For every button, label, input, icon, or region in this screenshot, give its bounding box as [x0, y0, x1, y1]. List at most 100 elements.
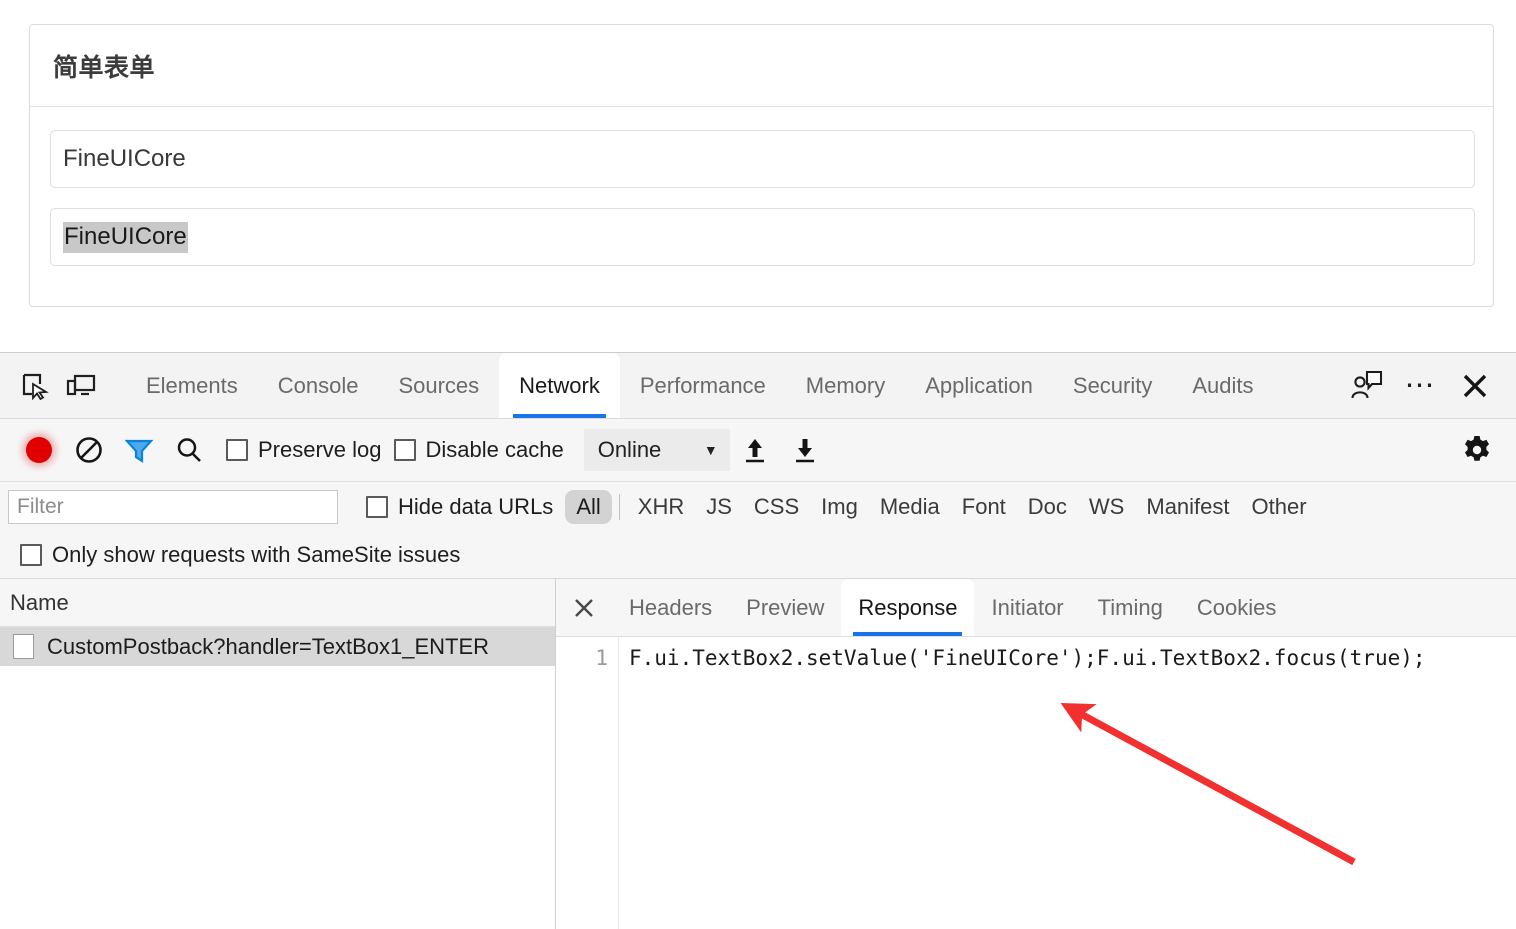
request-detail-panel: Headers Preview Response Initiator Timin…	[556, 579, 1516, 929]
tab-memory[interactable]: Memory	[786, 353, 905, 418]
tab-label: Memory	[805, 372, 886, 398]
tab-application[interactable]: Application	[905, 353, 1053, 418]
clear-icon[interactable]	[64, 425, 114, 475]
tab-performance[interactable]: Performance	[620, 353, 786, 418]
response-body-viewer[interactable]: 1 F.ui.TextBox2.setValue('FineUICore');F…	[556, 637, 1516, 929]
filter-chip-doc[interactable]: Doc	[1017, 490, 1078, 524]
filter-chip-all[interactable]: All	[565, 490, 612, 524]
upload-icon[interactable]	[730, 425, 780, 475]
chip-divider	[618, 494, 620, 520]
preserve-log-label: Preserve log	[258, 437, 382, 462]
tab-label: Timing	[1097, 594, 1163, 620]
tab-label: Elements	[146, 372, 238, 398]
detail-tab-cookies[interactable]: Cookies	[1180, 579, 1293, 636]
filter-chip-media[interactable]: Media	[869, 490, 951, 524]
devtools-panel: Elements Console Sources Network Perform…	[0, 352, 1516, 929]
tab-label: Performance	[639, 372, 766, 398]
table-row[interactable]: CustomPostback?handler=TextBox1_ENTER	[0, 627, 555, 666]
record-icon[interactable]	[14, 425, 64, 475]
device-toolbar-icon[interactable]	[58, 353, 104, 418]
requests-column-header[interactable]: Name	[0, 579, 555, 627]
tab-console[interactable]: Console	[258, 353, 379, 418]
disable-cache-checkbox[interactable]: Disable cache	[393, 437, 564, 463]
tab-label: Audits	[1192, 372, 1254, 398]
tab-label: Application	[925, 372, 1033, 398]
close-devtools-icon[interactable]	[1450, 361, 1500, 411]
detail-tab-headers[interactable]: Headers	[612, 579, 729, 636]
detail-tab-preview[interactable]: Preview	[729, 579, 841, 636]
close-icon[interactable]	[556, 579, 612, 636]
simple-form-card: 简单表单 FineUICore FineUICore	[29, 24, 1494, 307]
filter-chip-font[interactable]: Font	[951, 490, 1017, 524]
resource-type-filters: All XHR JS CSS Img Media Font Doc WS Man…	[565, 490, 1317, 524]
more-dots: ⋯	[1404, 368, 1438, 402]
textbox1-value: FineUICore	[63, 145, 186, 172]
network-toolbar: Preserve log Disable cache Online ▼	[0, 419, 1516, 482]
request-name: CustomPostback?handler=TextBox1_ENTER	[47, 633, 490, 659]
devtools-tab-list: Elements Console Sources Network Perform…	[126, 353, 1274, 418]
chip-label: WS	[1088, 494, 1125, 519]
tab-network[interactable]: Network	[499, 353, 620, 418]
throttling-select[interactable]: Online ▼	[583, 429, 730, 471]
web-page-area: 简单表单 FineUICore FineUICore	[0, 0, 1516, 352]
filter-chip-img[interactable]: Img	[810, 490, 869, 524]
network-filter-bar: Filter Hide data URLs All XHR JS CSS Img	[0, 482, 1516, 532]
devtools-tabbar: Elements Console Sources Network Perform…	[0, 353, 1516, 419]
download-icon[interactable]	[780, 425, 830, 475]
tab-security[interactable]: Security	[1053, 353, 1172, 418]
chip-label: CSS	[753, 494, 800, 519]
chip-label: JS	[706, 494, 732, 519]
chip-label: XHR	[637, 494, 685, 519]
tab-label: Initiator	[991, 594, 1064, 620]
samesite-row: Only show requests with SameSite issues	[0, 532, 1516, 579]
search-icon[interactable]	[164, 425, 214, 475]
filter-chip-xhr[interactable]: XHR	[627, 490, 695, 524]
more-options-icon[interactable]: ⋯	[1396, 361, 1446, 411]
request-list-panel: Name CustomPostback?handler=TextBox1_ENT…	[0, 579, 556, 929]
chip-label: All	[576, 494, 601, 519]
tab-label: Preview	[746, 594, 825, 620]
hide-data-urls-checkbox[interactable]: Hide data URLs	[366, 494, 553, 520]
textbox2[interactable]: FineUICore	[50, 208, 1475, 266]
filter-icon[interactable]	[114, 425, 164, 475]
filter-chip-manifest[interactable]: Manifest	[1135, 490, 1240, 524]
filter-chip-other[interactable]: Other	[1241, 490, 1318, 524]
filter-placeholder: Filter	[17, 495, 64, 518]
tab-label: Console	[277, 372, 359, 398]
filter-chip-js[interactable]: JS	[695, 490, 743, 524]
filter-input[interactable]: Filter	[8, 490, 338, 524]
checkbox-box	[20, 544, 42, 566]
textbox1[interactable]: FineUICore	[50, 130, 1475, 188]
detail-tab-response[interactable]: Response	[841, 579, 975, 636]
samesite-issues-checkbox[interactable]: Only show requests with SameSite issues	[20, 542, 460, 568]
line-number: 1	[595, 646, 608, 670]
filter-chip-ws[interactable]: WS	[1078, 490, 1135, 524]
tab-label: Network	[519, 372, 600, 398]
record-dot	[26, 437, 52, 463]
tab-label: Security	[1072, 372, 1153, 398]
detail-tab-initiator[interactable]: Initiator	[974, 579, 1080, 636]
request-list-empty-area	[0, 666, 555, 929]
gear-icon[interactable]	[1452, 425, 1502, 475]
line-number-gutter: 1	[556, 637, 619, 929]
tab-elements[interactable]: Elements	[126, 353, 258, 418]
feedback-icon[interactable]	[1342, 361, 1392, 411]
detail-tabbar: Headers Preview Response Initiator Timin…	[556, 579, 1516, 637]
chevron-down-icon: ▼	[703, 442, 718, 458]
chip-label: Manifest	[1146, 494, 1230, 519]
tab-audits[interactable]: Audits	[1172, 353, 1273, 418]
tab-label: Sources	[398, 372, 480, 398]
page-title: 简单表单	[53, 53, 156, 82]
checkbox-box	[393, 439, 416, 461]
form-card-header: 简单表单	[30, 25, 1493, 107]
chip-label: Media	[879, 494, 940, 519]
tab-sources[interactable]: Sources	[378, 353, 499, 418]
devtools-tabbar-actions: ⋯	[1342, 353, 1516, 418]
inspect-element-icon[interactable]	[12, 353, 58, 418]
detail-tab-timing[interactable]: Timing	[1081, 579, 1180, 636]
preserve-log-checkbox[interactable]: Preserve log	[226, 437, 382, 463]
filter-chip-css[interactable]: CSS	[743, 490, 810, 524]
chip-label: Other	[1251, 494, 1307, 519]
form-card-body: FineUICore FineUICore	[30, 107, 1493, 266]
checkbox-box	[226, 439, 248, 461]
